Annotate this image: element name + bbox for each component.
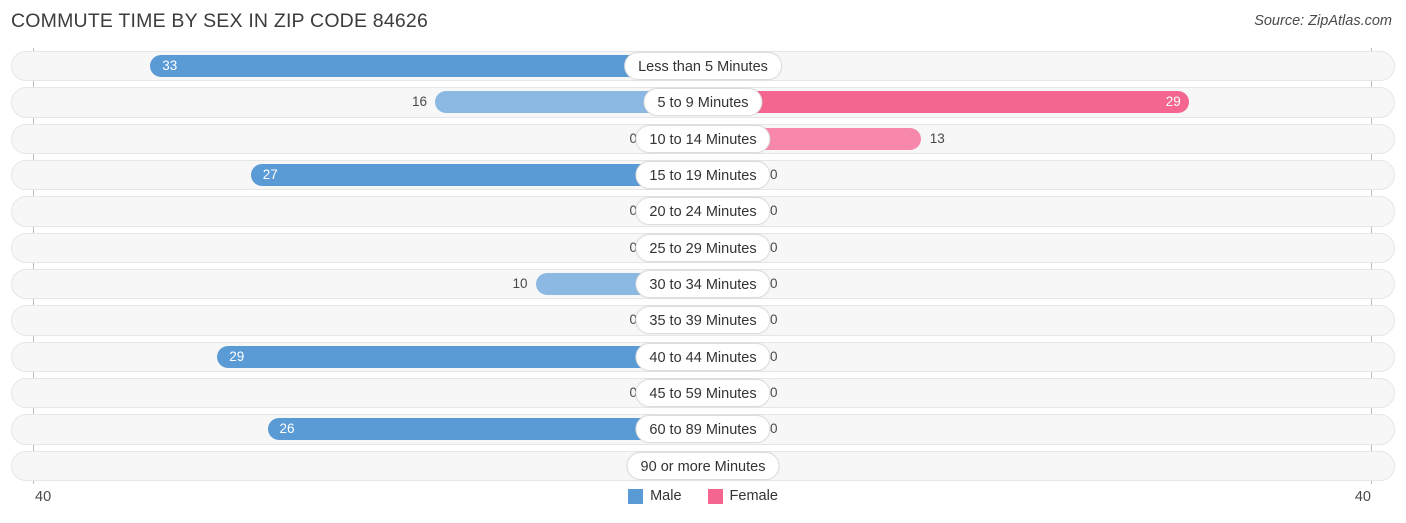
category-label: 60 to 89 Minutes bbox=[635, 415, 771, 444]
female-value-label: 0 bbox=[770, 275, 778, 291]
bar-row: 0 0 20 to 24 Minutes bbox=[0, 193, 1406, 229]
category-label: Less than 5 Minutes bbox=[624, 52, 782, 80]
category-label: 35 to 39 Minutes bbox=[635, 306, 771, 335]
male-value-label: 0 bbox=[629, 312, 637, 328]
legend-label: Male bbox=[650, 488, 682, 504]
bar-row: 0 0 45 to 59 Minutes bbox=[0, 375, 1406, 411]
female-value-label: 13 bbox=[929, 130, 945, 146]
female-value-label: 0 bbox=[770, 166, 778, 182]
legend-item-male[interactable]: Male bbox=[628, 488, 682, 504]
row-bars: 0 0 20 to 24 Minutes bbox=[0, 193, 1406, 229]
bar-row: 27 0 15 to 19 Minutes bbox=[0, 157, 1406, 193]
female-value-label: 0 bbox=[770, 421, 778, 437]
category-label: 25 to 29 Minutes bbox=[635, 233, 771, 262]
bar-row: 0 13 10 to 14 Minutes bbox=[0, 121, 1406, 157]
row-bars: 16 29 5 to 9 Minutes bbox=[0, 84, 1406, 120]
female-value-label: 0 bbox=[770, 203, 778, 219]
bar-row: 26 0 60 to 89 Minutes bbox=[0, 411, 1406, 447]
male-value-label: 0 bbox=[629, 130, 637, 146]
bar-row: 2090 or more Minutes bbox=[0, 448, 1406, 484]
male-value-label: 10 bbox=[512, 275, 528, 291]
plot-area: 330Less than 5 Minutes16295 to 9 Minutes… bbox=[0, 48, 1406, 484]
male-bar[interactable] bbox=[150, 55, 703, 77]
category-label: 40 to 44 Minutes bbox=[635, 342, 771, 371]
bar-row: 0 0 35 to 39 Minutes bbox=[0, 302, 1406, 338]
male-value-label: 26 bbox=[279, 421, 295, 437]
legend: Male Female bbox=[0, 488, 1406, 504]
bar-row: 330Less than 5 Minutes bbox=[0, 48, 1406, 84]
bar-row: 16 29 5 to 9 Minutes bbox=[0, 84, 1406, 120]
category-label: 5 to 9 Minutes bbox=[643, 88, 763, 117]
category-label: 10 to 14 Minutes bbox=[635, 124, 771, 153]
female-value-label: 0 bbox=[770, 384, 778, 400]
source-attribution: Source: ZipAtlas.com bbox=[1254, 13, 1392, 29]
bar-row: 10 0 30 to 34 Minutes bbox=[0, 266, 1406, 302]
legend-label: Female bbox=[729, 488, 778, 504]
page-title: COMMUTE TIME BY SEX IN ZIP CODE 84626 bbox=[11, 10, 429, 32]
female-value-label: 0 bbox=[770, 239, 778, 255]
bar-row: 29 0 40 to 44 Minutes bbox=[0, 339, 1406, 375]
male-value-label: 29 bbox=[229, 348, 245, 364]
row-bars: 0 13 10 to 14 Minutes bbox=[0, 121, 1406, 157]
row-bars: 0 0 25 to 29 Minutes bbox=[0, 230, 1406, 266]
female-value-label: 0 bbox=[770, 348, 778, 364]
male-value-label: 33 bbox=[162, 58, 178, 73]
female-value-label: 0 bbox=[770, 312, 778, 328]
category-label: 45 to 59 Minutes bbox=[635, 378, 771, 407]
male-value-label: 0 bbox=[629, 203, 637, 219]
commute-time-chart: COMMUTE TIME BY SEX IN ZIP CODE 84626 So… bbox=[0, 0, 1406, 523]
male-value-label: 0 bbox=[629, 239, 637, 255]
chart-header: COMMUTE TIME BY SEX IN ZIP CODE 84626 So… bbox=[0, 0, 1406, 44]
male-bar[interactable] bbox=[217, 345, 703, 368]
category-label: 90 or more Minutes bbox=[626, 451, 780, 480]
female-bar[interactable] bbox=[703, 91, 1189, 114]
bar-rows: 330Less than 5 Minutes16295 to 9 Minutes… bbox=[0, 48, 1406, 484]
male-value-label: 16 bbox=[411, 94, 427, 110]
chart-footer: 40 40 Male Female bbox=[0, 484, 1406, 523]
male-value-label: 27 bbox=[262, 166, 278, 182]
female-value-label: 29 bbox=[1165, 94, 1181, 110]
category-label: 15 to 19 Minutes bbox=[635, 160, 771, 189]
legend-item-female[interactable]: Female bbox=[707, 488, 778, 504]
legend-swatch-icon bbox=[707, 488, 723, 504]
row-bars: 0 0 45 to 59 Minutes bbox=[0, 375, 1406, 411]
bar-row: 0 0 25 to 29 Minutes bbox=[0, 230, 1406, 266]
row-bars: 26 0 60 to 89 Minutes bbox=[0, 411, 1406, 447]
row-bars: 2090 or more Minutes bbox=[0, 448, 1406, 484]
row-bars: 27 0 15 to 19 Minutes bbox=[0, 157, 1406, 193]
row-bars: 29 0 40 to 44 Minutes bbox=[0, 339, 1406, 375]
male-value-label: 0 bbox=[629, 384, 637, 400]
row-bars: 330Less than 5 Minutes bbox=[0, 48, 1406, 84]
row-bars: 0 0 35 to 39 Minutes bbox=[0, 302, 1406, 338]
category-label: 20 to 24 Minutes bbox=[635, 197, 771, 226]
row-bars: 10 0 30 to 34 Minutes bbox=[0, 266, 1406, 302]
legend-swatch-icon bbox=[628, 488, 644, 504]
category-label: 30 to 34 Minutes bbox=[635, 269, 771, 298]
